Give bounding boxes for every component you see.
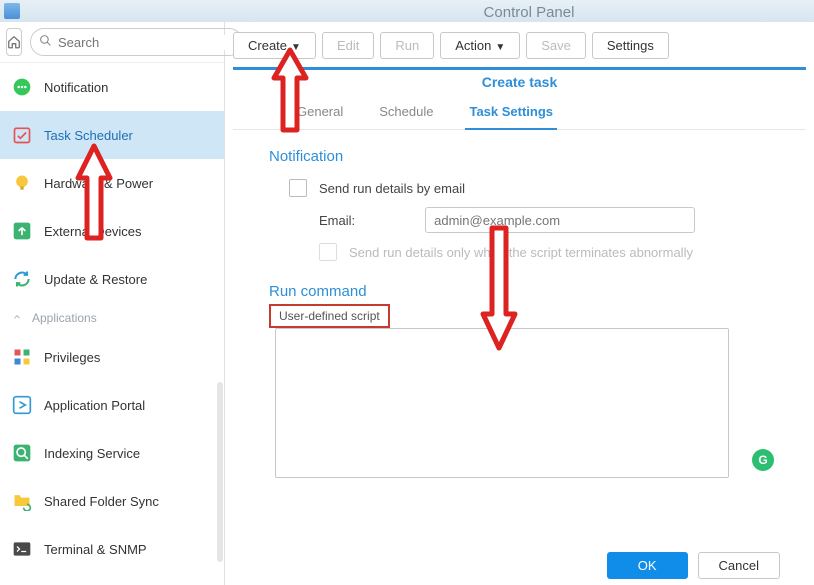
lightbulb-icon [12, 173, 32, 193]
magnify-icon [12, 443, 32, 463]
search-input[interactable] [58, 35, 234, 50]
calendar-check-icon [12, 125, 32, 145]
email-input[interactable] [425, 207, 695, 233]
sidebar-item-label: Privileges [44, 350, 100, 365]
run-button[interactable]: Run [380, 32, 434, 59]
sync-icon [12, 269, 32, 289]
action-button[interactable]: Action▼ [440, 32, 520, 59]
app-icon [4, 3, 20, 19]
sidebar-group-label: Applications [32, 311, 97, 325]
annotation-arrow-up-icon [266, 46, 314, 134]
edit-button[interactable]: Edit [322, 32, 374, 59]
sidebar-item-label: Indexing Service [44, 446, 140, 461]
notification-heading: Notification [269, 148, 784, 165]
annotation-arrow-up-icon [70, 142, 118, 242]
sidebar-item-terminal-snmp[interactable]: Terminal & SNMP [0, 525, 224, 573]
sidebar-item-application-portal[interactable]: Application Portal [0, 381, 224, 429]
user-defined-script-label: User-defined script [269, 304, 390, 328]
toolbar: Create▼ Edit Run Action▼ Save Settings [233, 30, 806, 67]
upload-icon [12, 221, 32, 241]
abnormal-only-checkbox[interactable] [319, 243, 337, 261]
tab-task-settings[interactable]: Task Settings [465, 98, 557, 129]
home-icon [7, 35, 21, 49]
sidebar-group-applications[interactable]: Applications [0, 303, 224, 333]
chat-bubble-icon [12, 77, 32, 97]
sidebar-item-indexing-service[interactable]: Indexing Service [0, 429, 224, 477]
grid-icon [12, 347, 32, 367]
email-label: Email: [319, 213, 355, 228]
caret-down-icon: ▼ [495, 42, 505, 53]
sidebar-item-label: Task Scheduler [44, 128, 133, 143]
cancel-button[interactable]: Cancel [698, 552, 780, 579]
modal-title: Create task [233, 70, 806, 90]
run-command-heading: Run command [269, 283, 784, 300]
sidebar-item-label: Terminal & SNMP [44, 542, 147, 557]
sidebar-item-label: Notification [44, 80, 108, 95]
portal-icon [12, 395, 32, 415]
sidebar-item-label: Update & Restore [44, 272, 147, 287]
ok-button[interactable]: OK [607, 552, 688, 579]
terminal-icon [12, 539, 32, 559]
send-run-details-checkbox[interactable] [289, 179, 307, 197]
modal-tabs: General Schedule Task Settings [233, 90, 806, 130]
grammarly-icon[interactable]: G [752, 449, 774, 471]
tab-schedule[interactable]: Schedule [375, 98, 437, 129]
save-button[interactable]: Save [526, 32, 586, 59]
sidebar-item-notification[interactable]: Notification [0, 63, 224, 111]
settings-button[interactable]: Settings [592, 32, 669, 59]
sidebar-item-privileges[interactable]: Privileges [0, 333, 224, 381]
sidebar-item-label: Application Portal [44, 398, 145, 413]
search-box[interactable] [30, 28, 243, 56]
page-title: Control Panel [244, 0, 814, 21]
sidebar-item-label: Shared Folder Sync [44, 494, 159, 509]
search-icon [39, 34, 52, 50]
sidebar-scrollbar[interactable] [217, 382, 223, 562]
annotation-arrow-down-icon [475, 222, 523, 352]
home-button[interactable] [6, 28, 22, 56]
chevron-up-icon [12, 311, 22, 325]
folder-sync-icon [12, 491, 32, 511]
sidebar: Notification Task Scheduler Hardware & P… [0, 22, 225, 585]
sidebar-item-update-restore[interactable]: Update & Restore [0, 255, 224, 303]
send-run-details-label: Send run details by email [319, 181, 465, 196]
sidebar-item-shared-folder-sync[interactable]: Shared Folder Sync [0, 477, 224, 525]
